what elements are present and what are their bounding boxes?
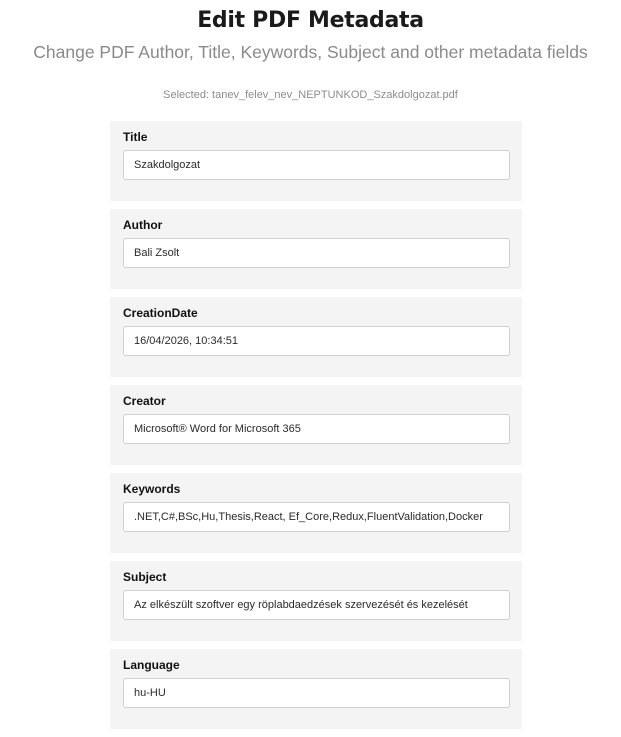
author-input[interactable]: [123, 238, 510, 268]
metadata-fields: Title Author CreationDate Creator Keywor…: [110, 121, 522, 737]
field-creator: Creator: [110, 385, 522, 465]
field-label: Creator: [123, 394, 166, 408]
field-creation-date: CreationDate: [110, 297, 522, 377]
field-label: Language: [123, 658, 180, 672]
field-label: CreationDate: [123, 306, 198, 320]
selected-file-text: Selected: tanev_felev_nev_NEPTUNKOD_Szak…: [163, 89, 458, 101]
field-author: Author: [110, 209, 522, 289]
page-title: Edit PDF Metadata: [197, 8, 424, 33]
field-label: Author: [123, 218, 163, 232]
field-keywords: Keywords: [110, 473, 522, 553]
subject-input[interactable]: [123, 590, 510, 620]
field-language: Language: [110, 649, 522, 729]
field-title: Title: [110, 121, 522, 201]
field-subject: Subject: [110, 561, 522, 641]
language-input[interactable]: [123, 678, 510, 708]
title-input[interactable]: [123, 150, 510, 180]
field-label: Keywords: [123, 482, 181, 496]
page-subtitle: Change PDF Author, Title, Keywords, Subj…: [33, 42, 588, 62]
field-label: Title: [123, 130, 148, 144]
keywords-input[interactable]: [123, 502, 510, 532]
field-label: Subject: [123, 570, 167, 584]
creator-input[interactable]: [123, 414, 510, 444]
creation-date-input[interactable]: [123, 326, 510, 356]
